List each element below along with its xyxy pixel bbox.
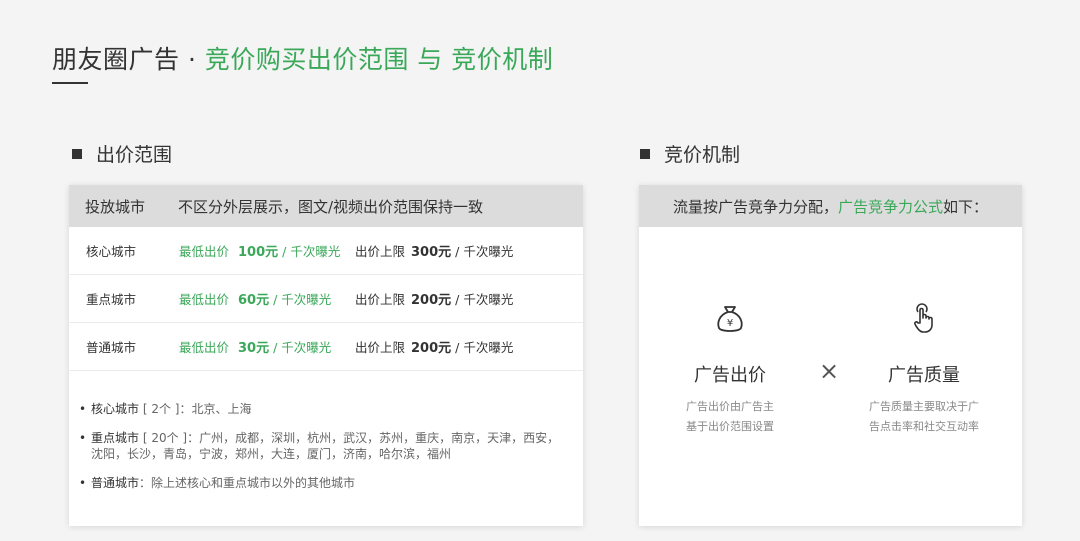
bid-label: 广告出价: [694, 365, 766, 386]
city-tier: 核心城市: [86, 244, 137, 259]
bullet-icon: •: [79, 476, 87, 490]
title-underline: [52, 82, 88, 84]
city-tier: 普通城市: [86, 340, 137, 355]
quality-label: 广告质量: [888, 365, 960, 386]
city-notes: • 核心城市 [ 2个 ]：北京、上海 • 重点城市 [ 20个 ]：广州，成都，深圳…: [69, 371, 583, 491]
max-bid: 出价上限 200元 / 千次曝光: [355, 340, 514, 356]
max-bid: 出价上限 200元 / 千次曝光: [355, 292, 514, 308]
list-item: • 普通城市：除上述核心和重点城市以外的其他城市: [79, 476, 356, 490]
bullet-icon: •: [79, 431, 87, 445]
table-row: 重点城市 最低出价 60元 / 千次曝光 出价上限 200元 / 千次曝光: [69, 275, 583, 323]
section-heading-bid-range: 出价范围: [72, 140, 172, 167]
bid-column: ¥ 广告出价 广告出价由广告主 基于出价范围设置: [670, 298, 790, 437]
min-bid: 最低出价 60元 / 千次曝光: [179, 292, 332, 308]
section-heading-bid-mechanism: 竞价机制: [640, 140, 740, 167]
quality-column: 广告质量 广告质量主要取决于广 告点击率和社交互动率: [864, 298, 984, 437]
square-bullet-icon: [72, 148, 82, 159]
table-row: 核心城市 最低出价 100元 / 千次曝光 出价上限 300元 / 千次曝光: [69, 227, 583, 275]
bid-mechanism-card: 流量按广告竞争力分配， 广告竞争力公式 如下： ¥ 广告出价 广告出价由广告主 基于出…: [639, 185, 1022, 526]
table-row: 普通城市 最低出价 30元 / 千次曝光 出价上限 200元 / 千次曝光: [69, 323, 583, 371]
header-city: 投放城市: [85, 197, 146, 216]
svg-text:¥: ¥: [727, 318, 733, 329]
list-item: • 重点城市 [ 20个 ]：广州，成都，深圳，杭州，武汉，苏州，重庆，南京，天津…: [79, 431, 560, 461]
mechanism-header: 流量按广告竞争力分配， 广告竞争力公式 如下：: [639, 185, 1022, 227]
bid-range-card: 投放城市 不区分外层展示，图文/视频出价范围保持一致 核心城市 最低出价 100元 …: [69, 185, 583, 526]
city-tier: 重点城市: [86, 292, 137, 307]
list-item: • 核心城市 [ 2个 ]：北京、上海: [79, 402, 252, 416]
tap-hand-icon: [864, 298, 984, 338]
square-bullet-icon: [640, 148, 650, 159]
min-bid: 最低出价 100元 / 千次曝光: [179, 244, 341, 260]
min-bid: 最低出价 30元 / 千次曝光: [179, 340, 332, 356]
multiply-icon: ×: [819, 357, 840, 385]
bullet-icon: •: [79, 402, 87, 416]
money-bag-icon: ¥: [670, 298, 790, 338]
page-title: 朋友圈广告 · 竞价购买出价范围 与 竞价机制: [52, 45, 554, 74]
max-bid: 出价上限 300元 / 千次曝光: [355, 244, 514, 260]
quality-desc: 广告质量主要取决于广 告点击率和社交互动率: [869, 400, 979, 433]
table-header: 投放城市 不区分外层展示，图文/视频出价范围保持一致: [69, 185, 583, 227]
header-desc: 不区分外层展示，图文/视频出价范围保持一致: [178, 197, 484, 216]
bid-desc: 广告出价由广告主 基于出价范围设置: [686, 400, 774, 433]
